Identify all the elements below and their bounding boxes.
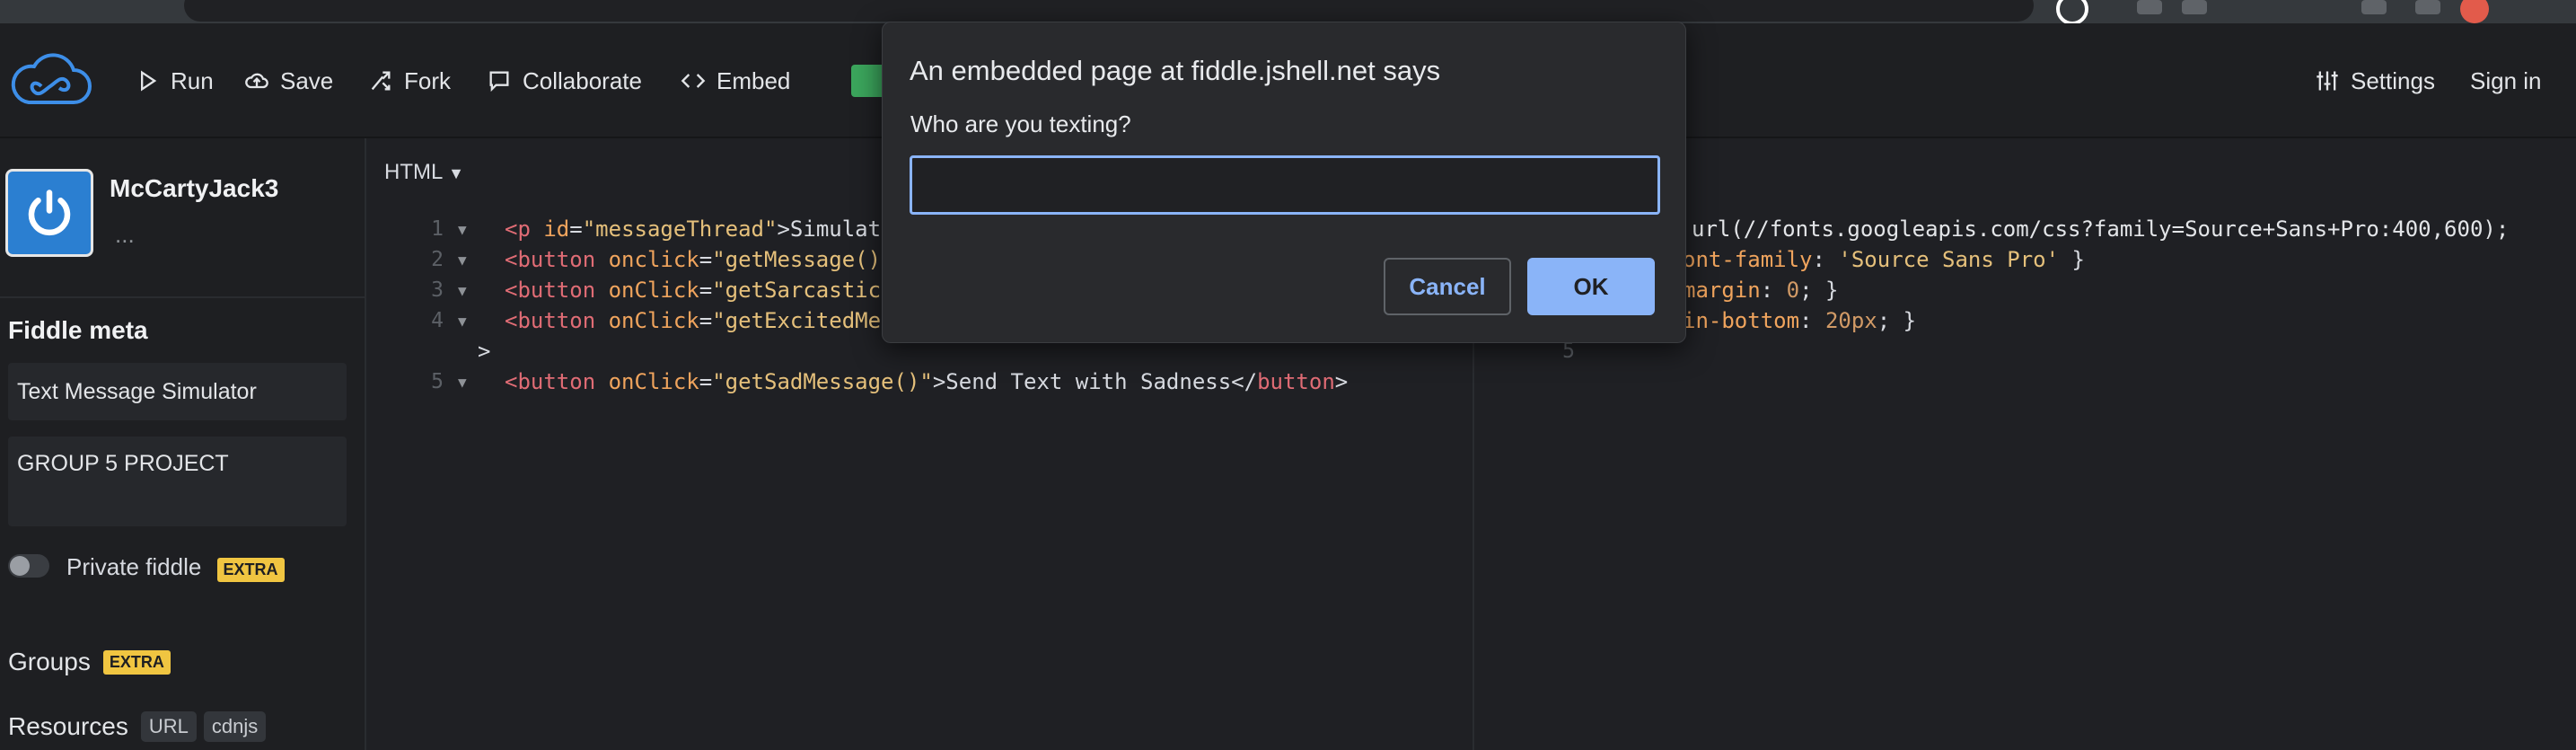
profile-icon[interactable] (2460, 0, 2489, 23)
fold-arrow-icon[interactable]: ▼ (458, 221, 467, 238)
fiddle-title-input[interactable]: Text Message Simulator (8, 363, 347, 420)
ok-button[interactable]: OK (1527, 258, 1655, 315)
code-line[interactable]: <button onClick="getExcitedMe (505, 305, 881, 336)
toggle-knob (10, 556, 30, 576)
private-fiddle-toggle[interactable] (8, 554, 49, 578)
code-line[interactable]: ont-family: 'Source Sans Pro' } (1683, 244, 2085, 275)
chat-bubble-icon (489, 71, 509, 93)
dialog-title: An embedded page at fiddle.jshell.net sa… (910, 55, 1441, 86)
code-line[interactable]: <button onClick="getSarcastic (505, 275, 881, 305)
line-number: 5 (431, 370, 444, 393)
fork-icon (371, 71, 391, 91)
dropdown-triangle-icon: ▼ (448, 164, 464, 182)
power-icon (28, 190, 71, 236)
code-line[interactable]: > (478, 336, 490, 366)
code-line[interactable]: margin: 0; } (1683, 275, 1838, 305)
divider (0, 296, 365, 298)
run-label: Run (171, 66, 214, 94)
resource-cdnjs-chip[interactable]: cdnjs (203, 711, 267, 742)
extra-badge: EXTRA (102, 649, 171, 675)
dialog-text-input[interactable] (910, 155, 1660, 215)
jsfiddle-logo-icon[interactable] (7, 50, 93, 110)
user-more[interactable]: ... (115, 221, 135, 249)
private-fiddle-text: Private fiddle (66, 553, 202, 580)
sign-in-link[interactable]: Sign in (2470, 65, 2542, 97)
resources-label: Resources (8, 712, 128, 740)
line-number: 3 (431, 278, 444, 302)
extension-icon[interactable] (2056, 0, 2088, 25)
line-number: 2 (431, 248, 444, 271)
html-label: HTML (384, 160, 443, 184)
avatar[interactable] (5, 169, 93, 257)
fork-button[interactable]: Fork (368, 65, 451, 97)
fiddle-description-input[interactable]: GROUP 5 PROJECT (8, 437, 347, 526)
sliders-icon (2317, 71, 2338, 91)
line-number: 1 (431, 217, 444, 241)
code-line[interactable]: <button onclick="getMessage() (505, 244, 881, 275)
sidebar: McCartyJack3 ... Fiddle meta Text Messag… (0, 138, 366, 750)
settings-label: Settings (2351, 66, 2435, 94)
fold-arrow-icon[interactable]: ▼ (458, 282, 467, 299)
username[interactable]: McCartyJack3 (110, 174, 278, 203)
browser-toolbar (0, 0, 2576, 25)
address-bar[interactable] (184, 0, 2034, 22)
embed-button[interactable]: Embed (681, 65, 790, 97)
settings-button[interactable]: Settings (2315, 65, 2435, 97)
collaborate-button[interactable]: Collaborate (487, 65, 642, 97)
groups-label: Groups (8, 648, 91, 675)
code-line[interactable]: <button onClick="getSadMessage()">Send T… (505, 366, 1348, 397)
code-line[interactable]: url(//fonts.googleapis.com/css?family=So… (1692, 214, 2509, 244)
code-brackets-icon (681, 74, 706, 88)
run-button[interactable]: Run (135, 65, 214, 97)
extension-icon[interactable] (2415, 0, 2440, 14)
collaborate-label: Collaborate (523, 66, 642, 94)
embed-label: Embed (717, 66, 791, 94)
save-button[interactable]: Save (244, 65, 333, 97)
cloud-upload-icon (245, 73, 268, 89)
resource-url-chip[interactable]: URL (140, 711, 197, 742)
extra-badge: EXTRA (216, 558, 285, 582)
prompt-dialog: An embedded page at fiddle.jshell.net sa… (882, 22, 1686, 343)
extension-icon[interactable] (2361, 0, 2387, 14)
line-number: 4 (431, 309, 444, 332)
resources-section: Resources URL cdnjs (8, 711, 267, 742)
code-line[interactable]: in-bottom: 20px; } (1683, 305, 1916, 336)
cancel-button[interactable]: Cancel (1384, 258, 1511, 315)
extension-icon[interactable] (2182, 0, 2207, 14)
extension-icon[interactable] (2137, 0, 2162, 14)
play-icon (141, 70, 157, 92)
fold-arrow-icon[interactable]: ▼ (458, 313, 467, 330)
save-label: Save (280, 66, 334, 94)
groups-section[interactable]: Groups EXTRA (8, 648, 171, 676)
fold-arrow-icon[interactable]: ▼ (458, 251, 467, 269)
fiddle-meta-heading: Fiddle meta (8, 316, 148, 344)
sign-in-label: Sign in (2470, 66, 2542, 94)
fork-label: Fork (404, 66, 451, 94)
fold-arrow-icon[interactable]: ▼ (458, 374, 467, 391)
private-fiddle-label: Private fiddle EXTRA (66, 553, 285, 582)
code-line[interactable]: <p id="messageThread">Simulat (505, 214, 881, 244)
dialog-message: Who are you texting? (910, 110, 1131, 137)
html-language-dropdown[interactable]: HTML ▼ (384, 160, 464, 185)
